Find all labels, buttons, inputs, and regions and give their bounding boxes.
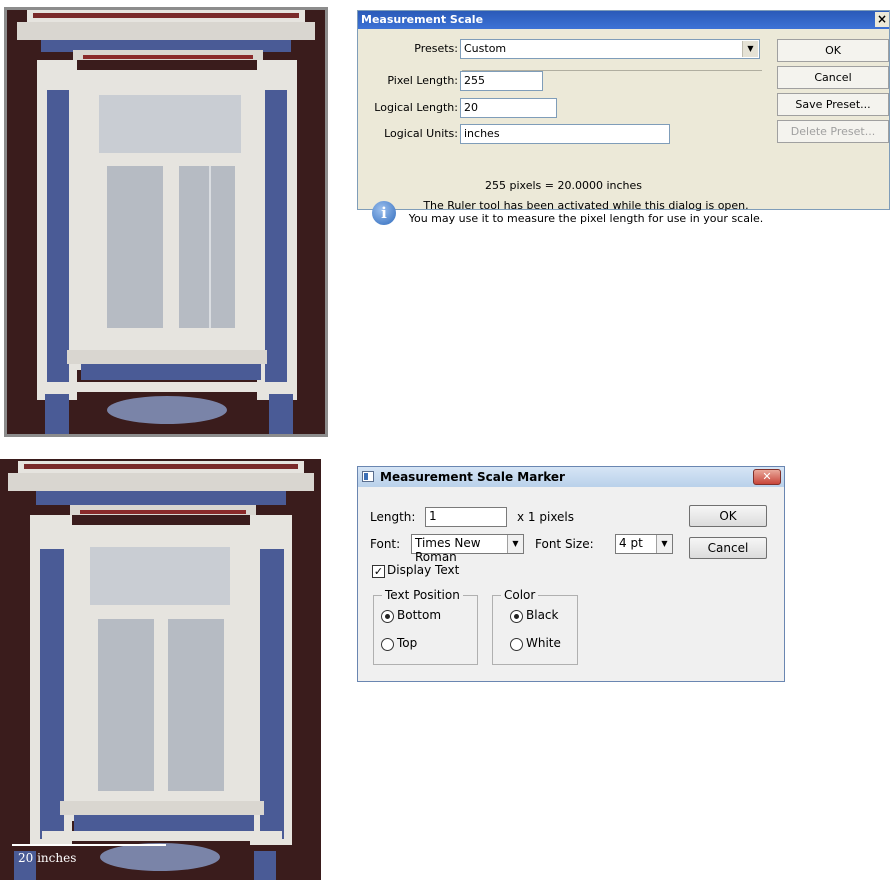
logical-units-field[interactable]: inches [460,124,670,144]
info-line-1: The Ruler tool has been activated while … [423,199,749,212]
measurement-scale-dialog: Measurement Scale × Presets: Custom ▼ Pi… [357,10,890,225]
scale-marker-label: 20 inches [18,851,77,865]
close-icon[interactable]: × [875,12,889,27]
logical-length-field[interactable]: 20 [460,98,557,118]
radio-top[interactable] [381,638,394,651]
presets-label: Presets: [414,42,458,55]
chevron-down-icon[interactable]: ▼ [656,535,672,553]
text-position-legend: Text Position [382,588,463,602]
font-size-select[interactable]: 4 pt ▼ [615,534,673,554]
length-suffix: x 1 pixels [517,510,575,524]
scale-marker-bar [12,844,166,846]
radio-bottom-label: Bottom [397,608,442,622]
presets-select[interactable]: Custom ▼ [460,39,760,59]
radio-top-label: Top [397,636,418,650]
color-group: Color Black White [492,588,578,665]
logical-length-label: Logical Length: [374,101,458,114]
radio-black[interactable] [510,610,523,623]
close-icon[interactable]: ✕ [753,469,781,485]
radio-bottom[interactable] [381,610,394,623]
window-photo-with-scale: 20 inches [0,459,321,880]
cancel-button[interactable]: Cancel [689,537,767,559]
dialog-titlebar: Measurement Scale Marker ✕ [358,467,784,487]
window-illustration-scaled [0,459,321,880]
save-preset-button[interactable]: Save Preset... [777,93,889,116]
presets-row: Presets: Custom ▼ [358,39,768,59]
presets-value: Custom [464,42,507,55]
cancel-button[interactable]: Cancel [777,66,889,89]
dialog-titlebar: Measurement Scale × [358,11,889,29]
display-text-checkbox[interactable]: ✓ [372,565,385,578]
chevron-down-icon[interactable]: ▼ [507,535,523,553]
scale-summary: 255 pixels = 20.0000 inches [485,179,642,192]
measurement-scale-marker-dialog: Measurement Scale Marker ✕ Length: 1 x 1… [357,466,785,682]
window-illustration [7,10,325,434]
ok-button[interactable]: OK [777,39,889,62]
font-value: Times New Roman [415,536,481,564]
pixel-length-field[interactable]: 255 [460,71,543,91]
radio-black-label: Black [526,608,559,622]
length-field[interactable]: 1 [425,507,507,527]
radio-white[interactable] [510,638,523,651]
font-label: Font: [370,537,401,551]
font-size-label: Font Size: [535,537,594,551]
text-position-group: Text Position Bottom Top [373,588,478,665]
radio-white-label: White [526,636,561,650]
logical-units-label: Logical Units: [384,127,458,140]
window-icon [362,471,374,482]
chevron-down-icon[interactable]: ▼ [742,41,758,57]
dialog-title: Measurement Scale [361,13,484,26]
dialog-title: Measurement Scale Marker [380,470,565,484]
ok-button[interactable]: OK [689,505,767,527]
info-line-2: You may use it to measure the pixel leng… [408,212,764,225]
length-label: Length: [370,510,416,524]
font-select[interactable]: Times New Roman ▼ [411,534,524,564]
delete-preset-button: Delete Preset... [777,120,889,143]
color-legend: Color [501,588,539,602]
pixel-length-label: Pixel Length: [387,74,458,87]
ruler-info-text: The Ruler tool has been activated while … [401,199,771,225]
window-photo-original [4,7,328,437]
display-text-label: Display Text [387,563,460,577]
font-size-value: 4 pt [619,536,643,550]
info-icon: i [372,201,396,225]
